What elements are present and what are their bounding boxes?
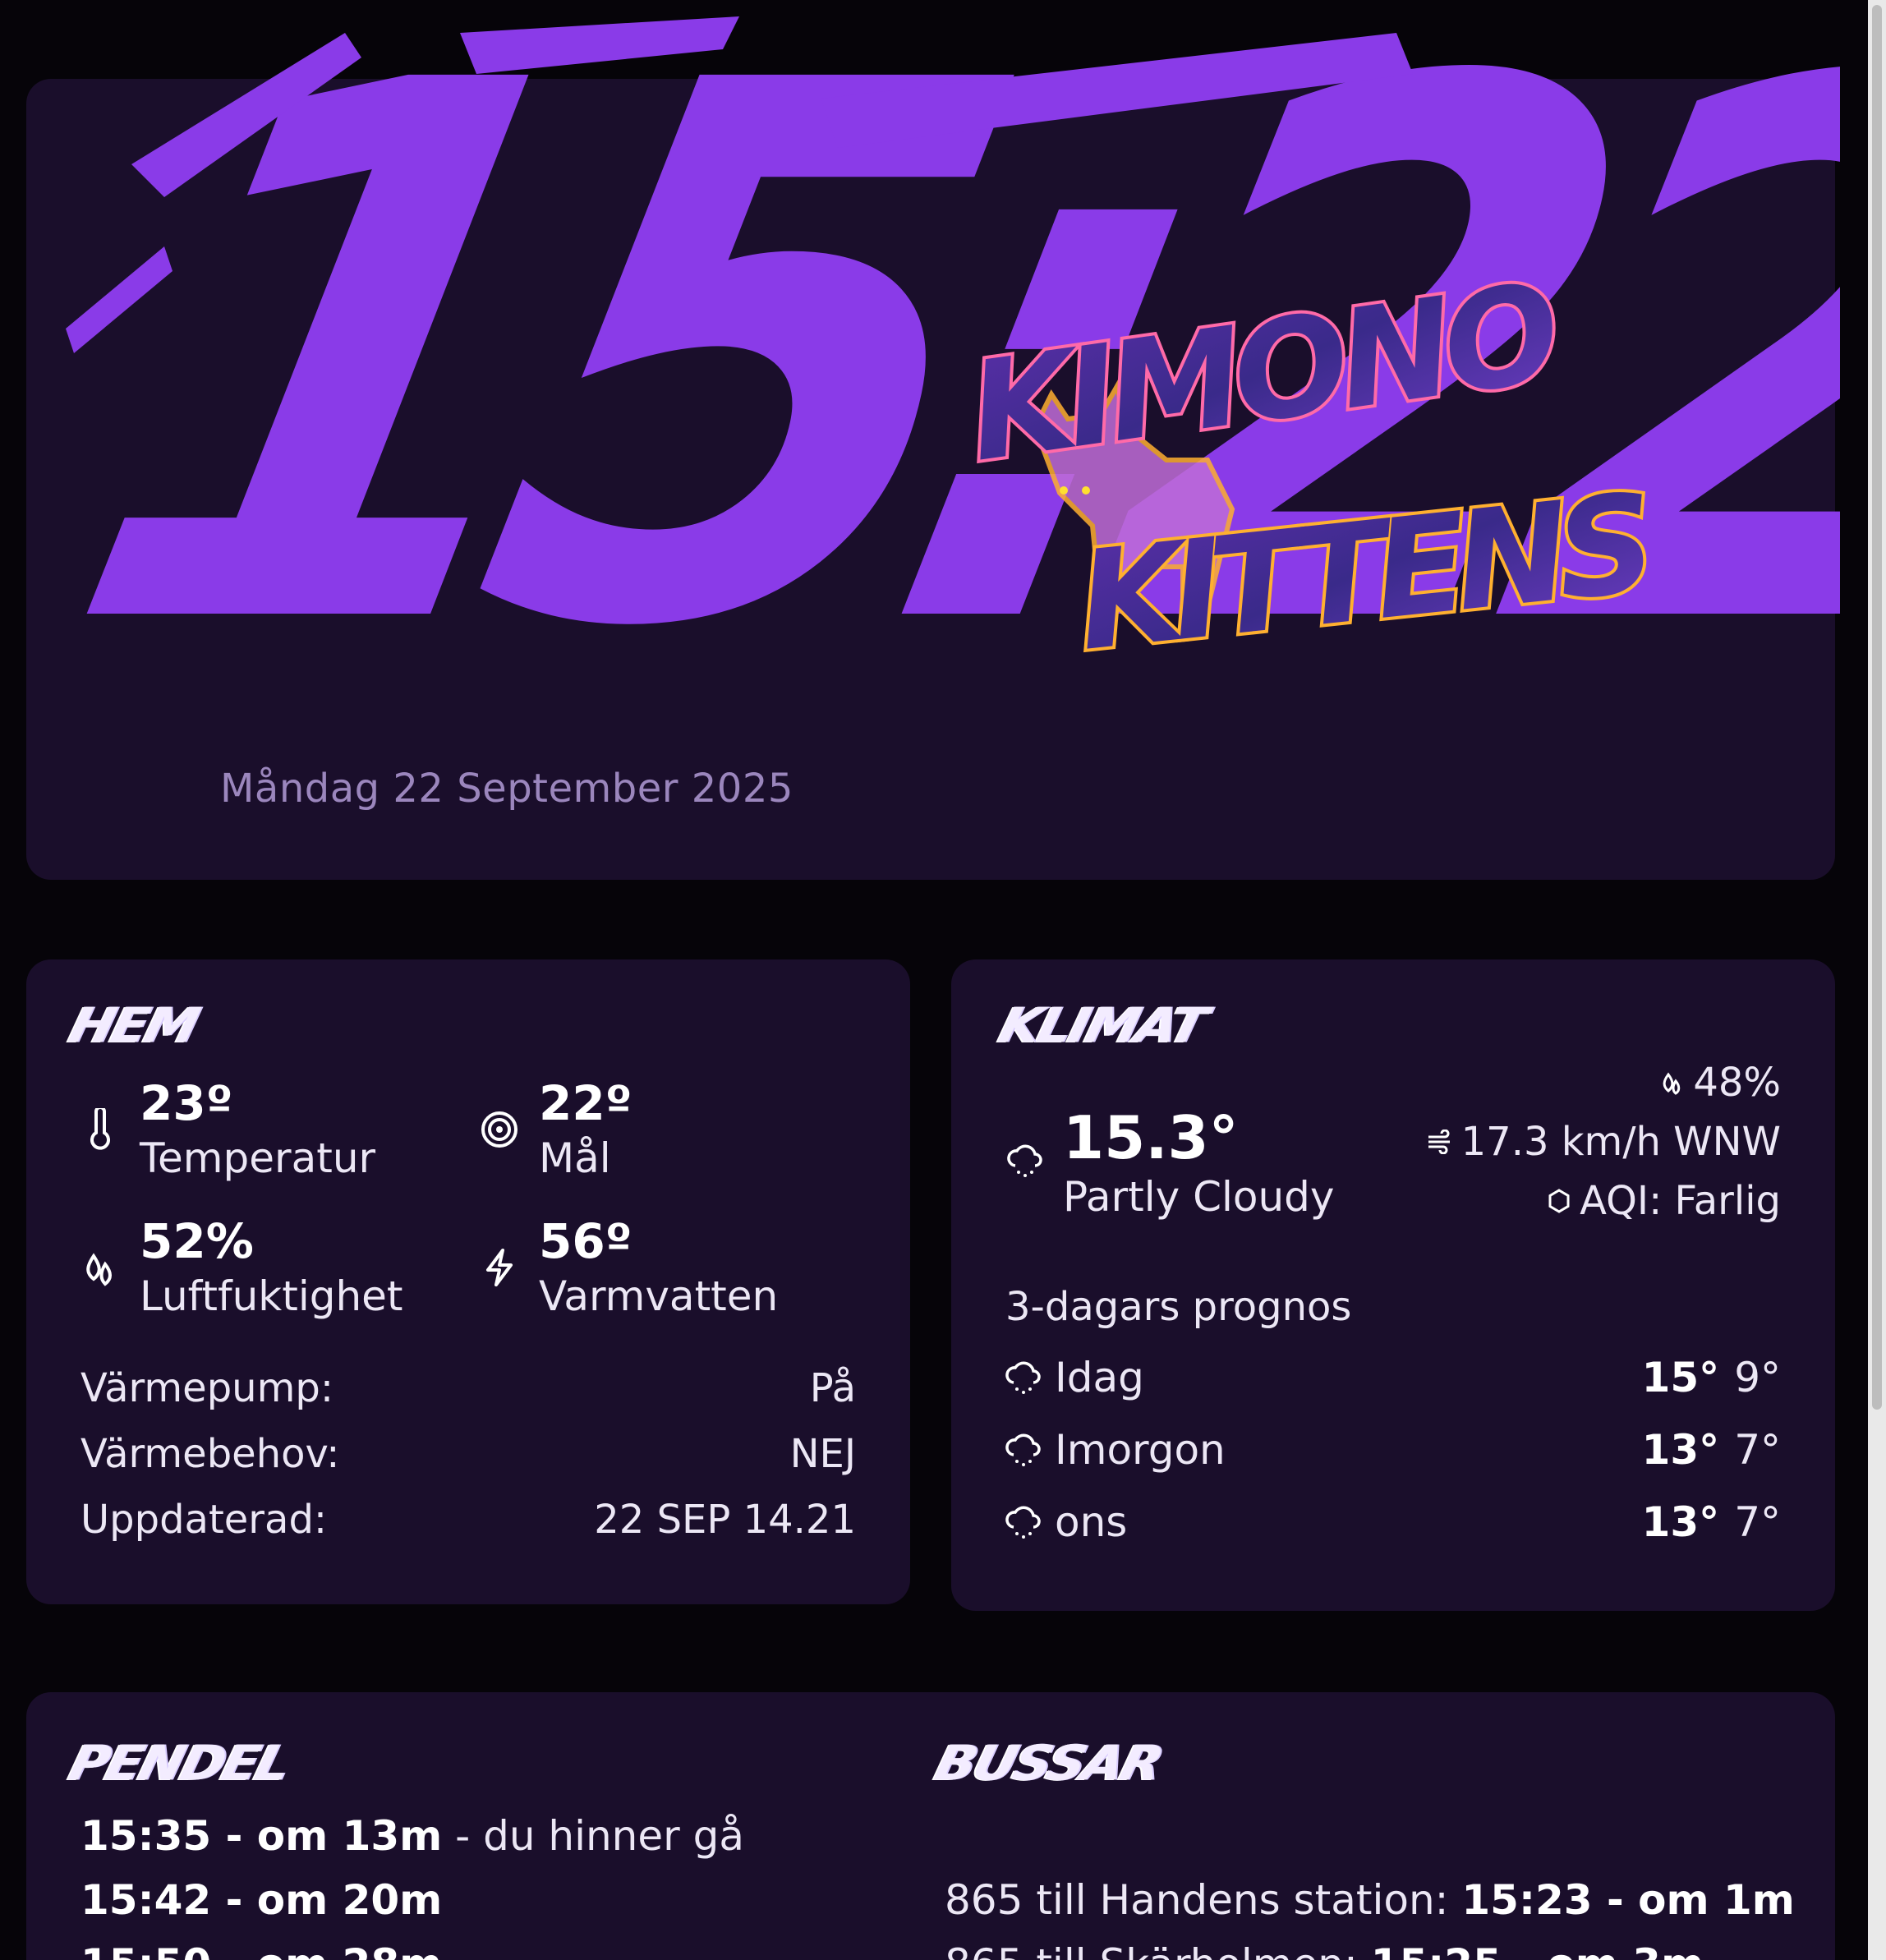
thermometer-icon <box>76 1105 125 1154</box>
train-time: 15:35 - om 13m <box>80 1812 443 1860</box>
wind-icon <box>1428 1130 1450 1154</box>
forecast-low: 9° <box>1734 1354 1781 1401</box>
aqi-text: AQI: Farlig <box>1580 1178 1781 1224</box>
target-label: Mål <box>539 1134 611 1182</box>
bussar-title: BUSSAR <box>929 1735 1166 1792</box>
bus-route: 865 till Handens station: <box>945 1876 1462 1924</box>
hem-card: HEM 23º Temperatur 22º Mål 52% Luftfukti… <box>26 959 910 1604</box>
humidity-icon <box>76 1243 125 1292</box>
bolt-icon <box>475 1243 524 1292</box>
train-departure: 15:50 - om 28m <box>80 1940 442 1960</box>
forecast-high: 13° <box>1641 1426 1720 1474</box>
train-departure: 15:42 - om 20m <box>80 1876 442 1924</box>
page-scrollbar[interactable] <box>1868 0 1886 1960</box>
humidity-small-icon <box>1663 1072 1681 1095</box>
forecast-row: Imorgon 13° 7° <box>1004 1426 1781 1474</box>
hot-water-label: Varmvatten <box>539 1272 779 1320</box>
date-label: Måndag 22 September 2025 <box>220 766 794 812</box>
bus-time: 15:25 - om 3m <box>1371 1940 1704 1960</box>
aqi-info: AQI: Farlig <box>1547 1178 1781 1224</box>
dashboard-page: 15:22 KIMONO KITTENS Måndag 22 September… <box>0 0 1886 1960</box>
heat-pump-key: Värmepump: <box>80 1365 334 1411</box>
current-temperature: 15.3° <box>1063 1103 1239 1172</box>
bus-route: 865 till Skärholmen: <box>945 1940 1371 1960</box>
scrollbar-thumb[interactable] <box>1872 5 1882 1410</box>
forecast-day: Imorgon <box>1055 1426 1226 1474</box>
updated-key: Uppdaterad: <box>80 1497 328 1543</box>
transit-card: PENDEL BUSSAR 15:35 - om 13m - du hinner… <box>26 1692 1835 1960</box>
temperature-label: Temperatur <box>140 1134 376 1182</box>
updated-value: 22 SEP 14.21 <box>594 1497 856 1543</box>
train-time: 15:50 - om 28m <box>80 1940 442 1960</box>
forecast-row: Idag 15° 9° <box>1004 1354 1781 1401</box>
heat-demand-key: Värmebehov: <box>80 1431 340 1477</box>
current-weather: 15.3° Partly Cloudy <box>1005 1103 1335 1222</box>
cloud-rain-icon <box>1005 1433 1041 1466</box>
wind-info: 17.3 km/h WNW <box>1427 1119 1781 1165</box>
forecast-high: 15° <box>1641 1354 1720 1401</box>
updated-row: Uppdaterad: 22 SEP 14.21 <box>80 1497 856 1543</box>
forecast-row: ons 13° 7° <box>1004 1498 1781 1546</box>
cloud-rain-icon <box>1005 1506 1041 1539</box>
train-time: 15:42 - om 20m <box>80 1876 443 1924</box>
heat-pump-value: På <box>809 1365 856 1411</box>
bus-departure: 865 till Skärholmen: 15:25 - om 3m <box>945 1940 1704 1960</box>
target-value: 22º <box>539 1075 632 1131</box>
forecast-title: 3-dagars prognos <box>1005 1284 1352 1330</box>
train-note: - du hinner gå <box>442 1812 744 1860</box>
clock-graphic: 15:22 KIMONO KITTENS <box>21 0 1840 739</box>
stat-target: 22º Mål <box>475 1074 632 1185</box>
hot-water-value: 56º <box>539 1213 632 1269</box>
train-departure: 15:35 - om 13m - du hinner gå <box>80 1812 744 1860</box>
temperature-value: 23º <box>140 1075 233 1131</box>
heat-demand-row: Värmebehov: NEJ <box>80 1431 856 1477</box>
humidity-label: Luftfuktighet <box>140 1272 403 1320</box>
humidity-info: 48% <box>1660 1060 1781 1106</box>
stat-temperature: 23º Temperatur <box>76 1074 375 1185</box>
forecast-high: 13° <box>1641 1498 1720 1546</box>
forecast-low: 7° <box>1734 1426 1781 1474</box>
heat-demand-value: NEJ <box>789 1431 856 1477</box>
humidity-value: 52% <box>140 1213 254 1269</box>
wind-text: 17.3 km/h WNW <box>1460 1119 1781 1165</box>
bus-time: 15:23 - om 1m <box>1461 1876 1795 1924</box>
cloud-rain-icon <box>1005 1361 1041 1394</box>
stat-hot-water: 56º Varmvatten <box>475 1212 778 1323</box>
forecast-low: 7° <box>1734 1498 1781 1546</box>
hem-title: HEM <box>63 997 203 1055</box>
stat-humidity: 52% Luftfuktighet <box>76 1212 403 1323</box>
humidity-text: 48% <box>1693 1060 1781 1106</box>
bus-departure: 865 till Handens station: 15:23 - om 1m <box>945 1876 1795 1924</box>
klimat-title: KLIMAT <box>993 997 1211 1055</box>
pendel-title: PENDEL <box>63 1735 295 1792</box>
forecast-day: Idag <box>1055 1354 1144 1401</box>
current-condition: Partly Cloudy <box>1063 1173 1335 1221</box>
hexagon-icon <box>1548 1189 1570 1213</box>
heat-pump-row: Värmepump: På <box>80 1365 856 1411</box>
klimat-card: KLIMAT 15.3° Partly Cloudy 48% 17.3 km/h… <box>951 959 1835 1611</box>
cloud-rain-icon <box>1005 1141 1045 1184</box>
forecast-day: ons <box>1055 1498 1128 1546</box>
target-icon <box>475 1105 524 1154</box>
